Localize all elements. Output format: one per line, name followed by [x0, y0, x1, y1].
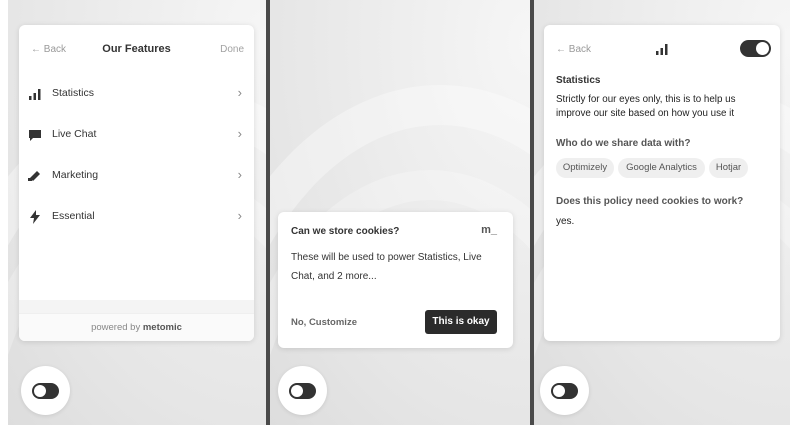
detail-panel: ← Back Statistics Strictly for our eyes … — [534, 0, 790, 425]
chevron-right-icon: › — [237, 126, 242, 141]
toggle-switch-icon — [551, 383, 578, 399]
panel-divider — [530, 0, 534, 425]
no-customize-button[interactable]: No, Customize — [291, 317, 357, 328]
feature-item-essential[interactable]: Essential › — [19, 205, 254, 229]
partner-chip: Google Analytics — [618, 158, 705, 178]
cookie-toggle-button[interactable] — [21, 366, 70, 415]
chat-bubble-icon — [29, 130, 41, 141]
feature-label: Statistics — [52, 87, 95, 99]
features-panel: ← Back Our Features Done Statistics › Li… — [8, 0, 266, 425]
feature-item-live-chat[interactable]: Live Chat › — [19, 123, 254, 147]
consent-panel: Can we store cookies? m_ These will be u… — [270, 0, 530, 425]
features-card: ← Back Our Features Done Statistics › Li… — [19, 25, 254, 341]
page-title: Our Features — [102, 43, 171, 55]
back-link[interactable]: ← Back — [556, 44, 591, 55]
feature-item-marketing[interactable]: Marketing › — [19, 164, 254, 188]
chevron-right-icon: › — [237, 167, 242, 182]
cookie-toggle-button[interactable] — [278, 366, 327, 415]
feature-label: Essential — [52, 210, 95, 222]
policy-answer: yes. — [556, 216, 575, 227]
consent-question: Can we store cookies? — [291, 226, 400, 237]
cookie-consent-banner: Can we store cookies? m_ These will be u… — [278, 212, 513, 348]
consent-body: These will be used to power Statistics, … — [291, 252, 482, 282]
feature-label: Marketing — [52, 169, 99, 181]
partner-chip: Optimizely — [556, 158, 614, 178]
powered-by-footer: powered by metomic — [19, 313, 254, 341]
policy-title: Statistics — [556, 75, 601, 86]
bar-chart-icon — [656, 44, 668, 55]
brand-name[interactable]: metomic — [143, 322, 182, 333]
accept-button[interactable]: This is okay — [425, 310, 497, 334]
lightning-icon — [30, 210, 40, 224]
policy-detail-card: ← Back Statistics Strictly for our eyes … — [544, 25, 780, 341]
toggle-knob — [756, 42, 769, 55]
megaphone-icon — [28, 171, 40, 181]
chevron-right-icon: › — [237, 85, 242, 100]
done-button[interactable]: Done — [220, 44, 244, 55]
cookie-toggle-button[interactable] — [540, 366, 589, 415]
policy-question: Does this policy need cookies to work? — [556, 196, 744, 207]
chevron-right-icon: › — [237, 208, 242, 223]
toggle-switch-icon — [32, 383, 59, 399]
toggle-switch-icon — [289, 383, 316, 399]
powered-prefix: powered by — [91, 322, 141, 333]
metomic-logo: m_ — [481, 224, 497, 236]
powered-by-text: powered by metomic — [19, 322, 254, 333]
share-heading: Who do we share data with? — [556, 138, 691, 149]
policy-description: Strictly for our eyes only, this is to h… — [556, 94, 736, 119]
bar-chart-icon — [29, 89, 41, 100]
features-header: ← Back Our Features Done — [19, 42, 254, 58]
feature-label: Live Chat — [52, 128, 97, 140]
feature-item-statistics[interactable]: Statistics › — [19, 82, 254, 106]
panel-divider — [266, 0, 270, 425]
partner-chip: Hotjar — [709, 158, 748, 178]
footer-shade — [19, 300, 254, 313]
panel-edge — [790, 0, 795, 425]
statistics-toggle[interactable] — [740, 40, 771, 57]
